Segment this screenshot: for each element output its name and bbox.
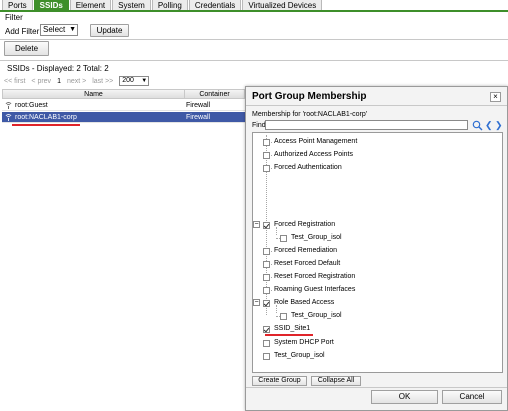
dialog-title: Port Group Membership: [252, 91, 367, 102]
chevron-down-icon: ▼: [69, 26, 76, 33]
tree-item-forced-authentication[interactable]: Forced Authentication: [263, 162, 342, 174]
delete-button[interactable]: Delete: [4, 41, 49, 56]
checkbox[interactable]: [280, 234, 287, 242]
close-icon[interactable]: ×: [490, 92, 501, 102]
checkbox[interactable]: [280, 312, 287, 320]
find-input[interactable]: [265, 120, 468, 130]
tree-item-label: Forced Authentication: [274, 164, 342, 171]
checkbox[interactable]: [263, 138, 270, 146]
ssid-summary: SSIDs - Displayed: 2 Total: 2: [7, 64, 109, 73]
membership-label: Membership for 'root:NACLAB1-corp': [252, 111, 368, 118]
checkbox[interactable]: [263, 286, 270, 294]
create-group-button[interactable]: Create Group: [252, 376, 307, 386]
checkbox[interactable]: [263, 151, 270, 159]
pager-next[interactable]: next >: [67, 78, 86, 85]
checkbox[interactable]: [263, 339, 270, 347]
tree-item-test-group-isol[interactable]: Test_Group_isol: [280, 232, 342, 244]
wireless-icon: [5, 102, 12, 109]
checkbox-checked[interactable]: [263, 299, 270, 307]
tree-item-reset-forced-default[interactable]: Reset Forced Default: [263, 258, 340, 270]
row-name: root:Guest: [15, 102, 48, 109]
pager-last[interactable]: last >>: [92, 78, 113, 85]
tree-item-label: Roaming Guest Interfaces: [274, 286, 356, 293]
tree-item-label: Test_Group_isol: [291, 234, 342, 241]
add-filter-label: Add Filter:: [5, 27, 42, 36]
checkbox-checked[interactable]: [263, 221, 270, 229]
cancel-button[interactable]: Cancel: [442, 390, 502, 404]
collapse-toggle-icon[interactable]: −: [253, 221, 260, 228]
tab-element[interactable]: Element: [69, 0, 112, 10]
tree-item-label: Test_Group_isol: [291, 312, 342, 319]
divider: [0, 39, 508, 40]
tree-item-label: Access Point Management: [274, 138, 358, 145]
tree-item-access-point-management[interactable]: Access Point Management: [263, 136, 357, 148]
pager-first[interactable]: << first: [4, 78, 25, 85]
checkbox[interactable]: [263, 273, 270, 281]
tree-item-roaming-guest-interfaces[interactable]: Roaming Guest Interfaces: [263, 284, 355, 296]
tab-ssids[interactable]: SSIDs: [33, 0, 69, 10]
checkbox[interactable]: [263, 352, 270, 360]
pager-current-page: 1: [57, 77, 61, 85]
filter-select-value: Select: [43, 25, 66, 34]
checkbox[interactable]: [263, 164, 270, 172]
divider: [246, 105, 507, 106]
tree-item-label: Reset Forced Registration: [274, 273, 356, 280]
divider: [246, 387, 507, 388]
tab-credentials[interactable]: Credentials: [188, 0, 242, 10]
divider: [0, 60, 508, 61]
chevron-down-icon: ▼: [141, 78, 148, 84]
tree-item-label: Forced Remediation: [274, 247, 338, 254]
filter-select[interactable]: Select ▼: [40, 24, 78, 36]
pager-prev[interactable]: < prev: [31, 78, 51, 85]
pager: << first < prev 1 next > last >> 200 ▼: [4, 76, 150, 86]
collapse-toggle-icon[interactable]: −: [253, 299, 260, 306]
tree-item-forced-remediation[interactable]: Forced Remediation: [263, 245, 337, 257]
update-button[interactable]: Update: [90, 24, 129, 37]
filter-title: Filter: [5, 13, 23, 22]
wireless-icon: [5, 114, 12, 121]
tab-polling[interactable]: Polling: [151, 0, 188, 10]
tab-virtualized-devices[interactable]: Virtualized Devices: [242, 0, 323, 10]
tree-item-forced-registration[interactable]: Forced Registration: [263, 219, 335, 231]
highlight-underline: [265, 334, 313, 336]
tree-item-test-group-isol[interactable]: Test_Group_isol: [280, 310, 342, 322]
tree-item-test-group-isol[interactable]: Test_Group_isol: [263, 350, 325, 362]
checkbox[interactable]: [263, 247, 270, 255]
tree-item-label: Role Based Access: [274, 299, 335, 306]
tree-item-role-based-access[interactable]: Role Based Access: [263, 297, 334, 309]
page-size-select[interactable]: 200 ▼: [119, 76, 150, 86]
tree-item-reset-forced-registration[interactable]: Reset Forced Registration: [263, 271, 355, 283]
page-size-value: 200: [122, 77, 134, 84]
tab-system[interactable]: System: [112, 0, 151, 10]
chevron-left-icon[interactable]: ❮: [485, 120, 493, 131]
search-icon[interactable]: [472, 120, 483, 131]
tree-item-label: Test_Group_isol: [274, 352, 325, 359]
ok-button[interactable]: OK: [371, 390, 438, 404]
tab-bar: Ports SSIDs Element System Polling Crede…: [0, 0, 508, 12]
column-header-name[interactable]: Name: [3, 90, 185, 99]
checkbox[interactable]: [263, 260, 270, 268]
group-tree: Access Point Management Authorized Acces…: [252, 132, 503, 373]
row-container: Firewall: [186, 102, 211, 109]
row-container: Firewall: [186, 114, 211, 121]
row-name: root:NACLAB1-corp: [15, 114, 77, 121]
tree-item-label: System DHCP Port: [274, 339, 334, 346]
checkbox-checked[interactable]: [263, 325, 270, 333]
tree-item-label: Forced Registration: [274, 221, 336, 228]
column-header-container[interactable]: Container: [185, 90, 245, 99]
highlight-underline: [12, 124, 80, 126]
tree-item-label: Reset Forced Default: [274, 260, 341, 267]
tree-item-system-dhcp-port[interactable]: System DHCP Port: [263, 337, 334, 349]
collapse-all-button[interactable]: Collapse All: [311, 376, 361, 386]
chevron-right-icon[interactable]: ❯: [495, 120, 503, 131]
tab-ports[interactable]: Ports: [2, 0, 33, 10]
tree-item-label: Authorized Access Points: [274, 151, 353, 158]
tree-item-authorized-access-points[interactable]: Authorized Access Points: [263, 149, 353, 161]
port-group-membership-dialog: Port Group Membership × Membership for '…: [245, 86, 508, 411]
